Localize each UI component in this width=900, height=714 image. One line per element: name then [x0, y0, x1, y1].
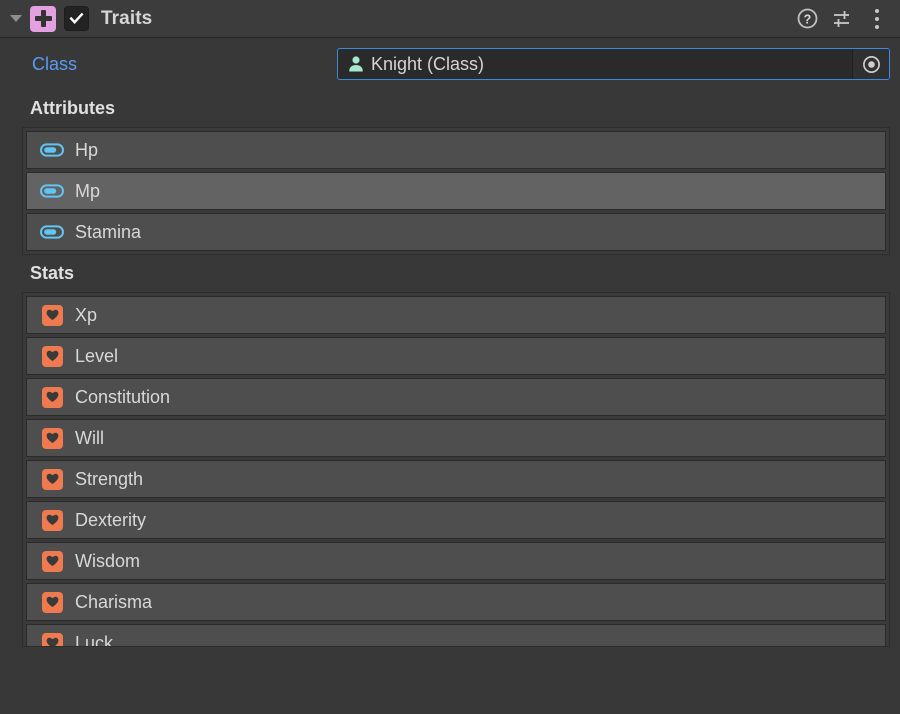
list-item[interactable]: Constitution [26, 378, 886, 416]
object-picker-button[interactable] [852, 49, 889, 79]
list-item[interactable]: Luck [26, 624, 886, 647]
list-item-label: Xp [75, 304, 98, 325]
list-item-label: Mp [75, 180, 101, 201]
person-scriptableobject-icon [345, 53, 367, 75]
list-item[interactable]: Wisdom [26, 542, 886, 580]
stats-section-title: Stats [30, 263, 75, 283]
attributes-section-title: Attributes [30, 98, 115, 118]
list-item-label: Dexterity [75, 509, 147, 530]
heart-badge-icon [39, 591, 65, 613]
list-item-label: Stamina [75, 221, 142, 242]
heart-badge-icon [39, 468, 65, 490]
list-item-label: Constitution [75, 386, 171, 407]
list-item-label: Wisdom [75, 550, 141, 571]
toggle-pill-icon [39, 139, 65, 161]
list-item[interactable]: Dexterity [26, 501, 886, 539]
component-title: Traits [101, 7, 153, 29]
list-item-label: Charisma [75, 591, 153, 612]
heart-badge-icon [39, 345, 65, 367]
component-enabled-checkbox[interactable] [64, 6, 89, 31]
toggle-pill-icon [39, 221, 65, 243]
class-field-label: Class [32, 53, 78, 74]
component-header: Traits ? [0, 0, 900, 38]
class-object-field[interactable]: Knight (Class) [337, 48, 890, 80]
heart-badge-icon [39, 550, 65, 572]
class-object-field-value: Knight (Class) [371, 53, 485, 74]
list-item[interactable]: Will [26, 419, 886, 457]
list-item[interactable]: Charisma [26, 583, 886, 621]
list-item[interactable]: Xp [26, 296, 886, 334]
list-item-label: Will [75, 427, 104, 448]
inspector-body: Class Knight (Class) Attributes Hp Mp St… [0, 38, 900, 714]
list-item[interactable]: Stamina [26, 213, 886, 251]
help-circle-icon: ? [797, 8, 817, 29]
svg-text:?: ? [803, 12, 811, 26]
heart-badge-icon [39, 427, 65, 449]
list-item[interactable]: Mp [26, 172, 886, 210]
list-item[interactable]: Level [26, 337, 886, 375]
list-item-label: Strength [75, 468, 144, 489]
heart-badge-icon [39, 509, 65, 531]
component-menu-button[interactable] [864, 6, 890, 32]
checkmark-icon [69, 12, 84, 24]
heart-badge-icon [39, 386, 65, 408]
foldout-triangle-down-icon[interactable] [8, 11, 24, 27]
class-field-row: Class Knight (Class) [0, 38, 900, 90]
list-item-label: Luck [75, 632, 114, 647]
preset-sliders-icon [834, 10, 849, 27]
attributes-list: Hp Mp Stamina [22, 127, 890, 255]
script-plus-icon [30, 5, 56, 32]
stats-list: Xp Level Constitution Will Strength Dext… [22, 292, 890, 647]
toggle-pill-icon [39, 180, 65, 202]
list-item-label: Hp [75, 139, 99, 160]
heart-badge-icon [39, 632, 65, 646]
list-item[interactable]: Strength [26, 460, 886, 498]
object-picker-target-icon [862, 55, 880, 73]
list-item[interactable]: Hp [26, 131, 886, 169]
preset-button[interactable] [829, 6, 855, 32]
kebab-menu-icon [875, 7, 879, 31]
list-item-label: Level [75, 345, 119, 366]
help-button[interactable]: ? [794, 6, 820, 32]
heart-badge-icon [39, 304, 65, 326]
